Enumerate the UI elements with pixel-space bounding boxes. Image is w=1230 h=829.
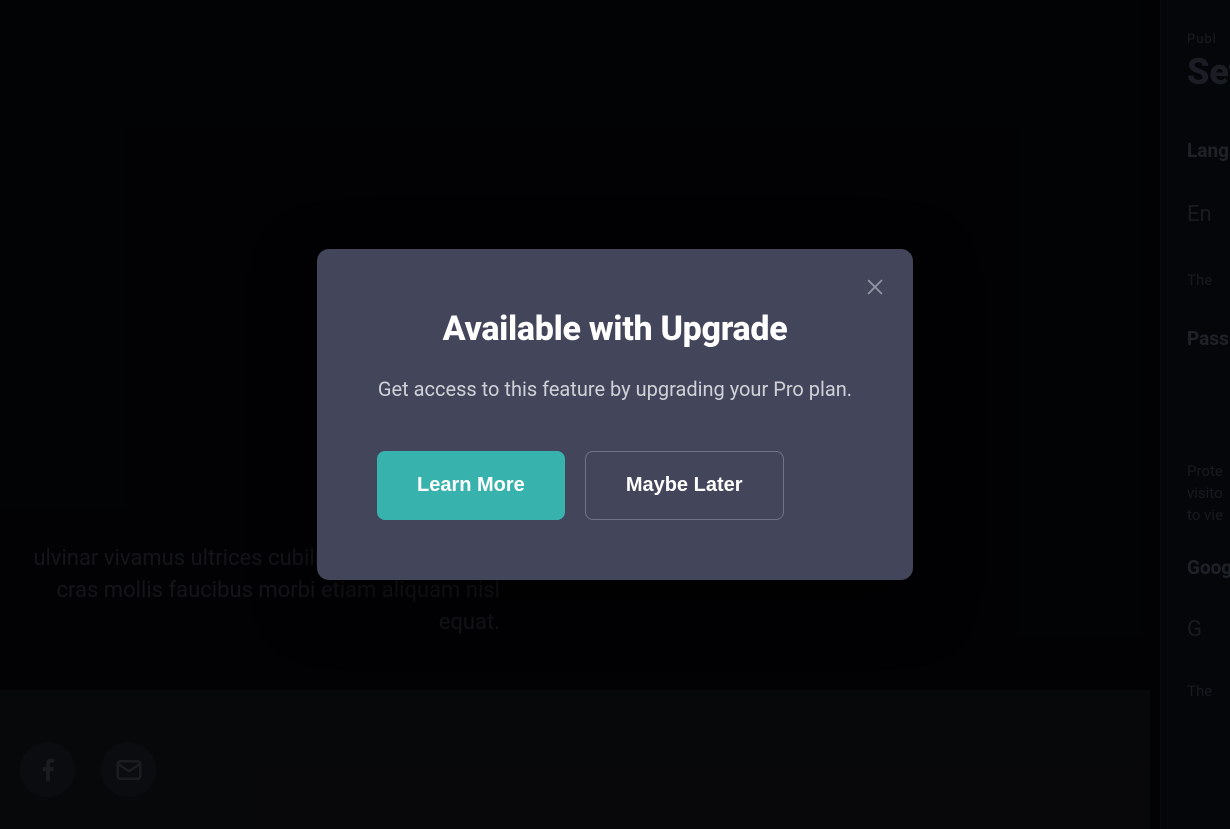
close-button[interactable] xyxy=(859,271,891,303)
modal-actions: Learn More Maybe Later xyxy=(377,451,853,520)
close-icon xyxy=(864,276,886,298)
learn-more-button[interactable]: Learn More xyxy=(377,451,565,520)
modal-body: Get access to this feature by upgrading … xyxy=(377,377,853,401)
modal-title: Available with Upgrade xyxy=(377,309,853,349)
maybe-later-button[interactable]: Maybe Later xyxy=(585,451,784,520)
modal-overlay: Available with Upgrade Get access to thi… xyxy=(0,0,1230,829)
upgrade-modal: Available with Upgrade Get access to thi… xyxy=(317,249,913,580)
